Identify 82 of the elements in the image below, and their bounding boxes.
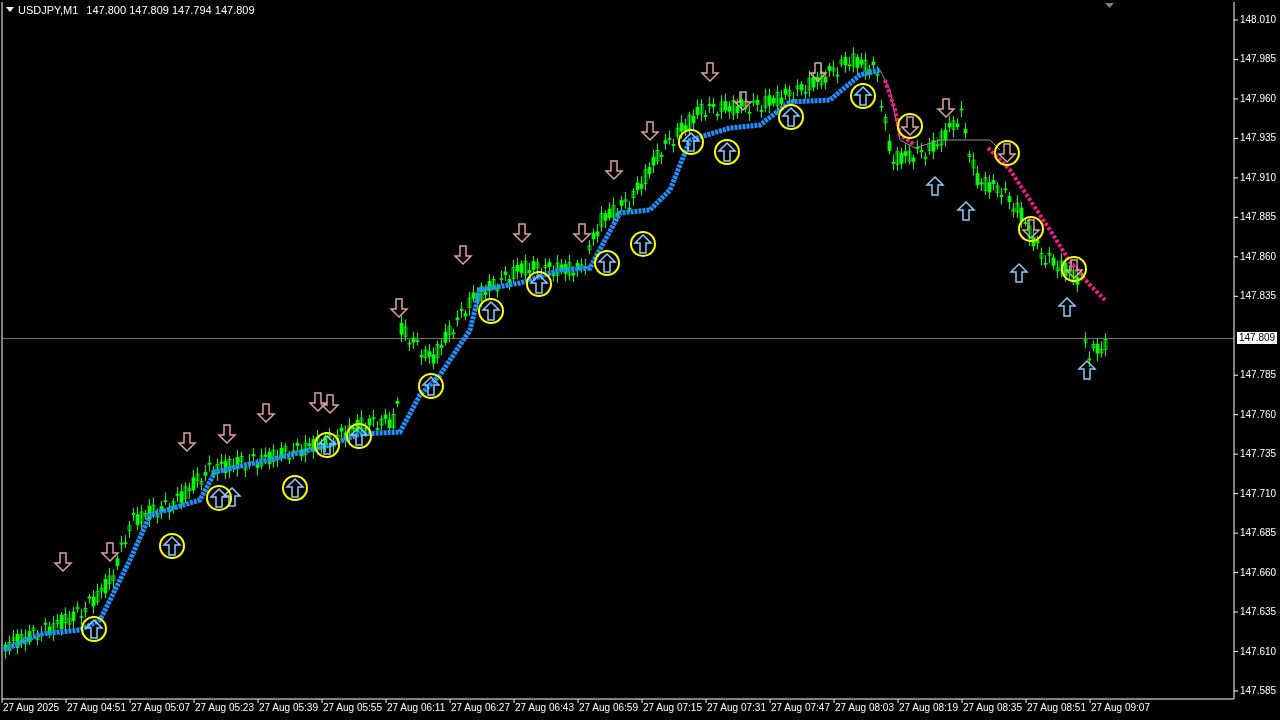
up-arrow-icon	[1009, 262, 1029, 283]
up-arrow-icon	[956, 200, 976, 221]
down-arrow-icon	[733, 91, 753, 112]
down-arrow-icon	[936, 98, 956, 119]
price-label: 147.610	[1240, 645, 1277, 658]
price-label: 147.785	[1240, 369, 1277, 382]
price-label: 147.660	[1240, 566, 1277, 579]
price-label: 147.960	[1240, 92, 1277, 105]
time-label: 27 Aug 05:23	[195, 702, 254, 714]
up-arrow-icon	[1057, 296, 1077, 317]
circled-up-arrow-icon	[630, 231, 656, 257]
circled-down-arrow-icon	[897, 113, 923, 139]
price-label: 147.760	[1240, 408, 1277, 421]
circled-up-arrow-icon	[206, 485, 232, 511]
price-label: 147.885	[1240, 211, 1277, 224]
down-arrow-icon	[389, 298, 409, 319]
time-label: 27 Aug 05:55	[323, 702, 382, 714]
time-label: 27 Aug 06:59	[579, 702, 638, 714]
price-label: 148.010	[1240, 14, 1277, 26]
time-label: 27 Aug 2025	[3, 702, 60, 714]
circled-down-arrow-icon	[1061, 256, 1087, 282]
circled-up-arrow-icon	[526, 271, 552, 297]
circled-down-arrow-icon	[994, 140, 1020, 166]
price-label: 147.735	[1240, 448, 1277, 461]
circled-up-arrow-icon	[81, 616, 107, 642]
down-arrow-icon	[100, 542, 120, 563]
down-arrow-icon	[700, 62, 720, 83]
price-label: 147.635	[1240, 606, 1277, 619]
time-label: 27 Aug 06:27	[451, 702, 510, 714]
circled-up-arrow-icon	[678, 129, 704, 155]
down-arrow-icon	[512, 223, 532, 244]
circled-up-arrow-icon	[714, 139, 740, 165]
down-arrow-icon	[53, 552, 73, 573]
ohlc-values: 147.800 147.809 147.794 147.809	[86, 3, 255, 17]
down-arrow-icon	[604, 160, 624, 181]
price-label: 147.835	[1240, 290, 1277, 303]
time-label: 27 Aug 04:51	[67, 702, 126, 714]
price-label: 147.685	[1240, 527, 1277, 540]
down-arrow-icon	[308, 392, 328, 413]
circled-up-arrow-icon	[282, 475, 308, 501]
circled-up-arrow-icon	[159, 533, 185, 559]
dropdown-triangle-icon[interactable]	[6, 7, 14, 13]
circled-up-arrow-icon	[778, 104, 804, 130]
circled-down-arrow-icon	[1018, 216, 1044, 242]
circled-up-arrow-icon	[314, 432, 340, 458]
time-label: 27 Aug 07:15	[643, 702, 702, 714]
price-label: 147.710	[1240, 487, 1277, 500]
circled-up-arrow-icon	[594, 250, 620, 276]
price-label: 147.985	[1240, 53, 1277, 66]
price-label: 147.860	[1240, 250, 1277, 263]
up-arrow-icon	[222, 486, 242, 507]
time-label: 27 Aug 06:11	[387, 702, 446, 714]
up-arrow-icon	[925, 175, 945, 196]
down-arrow-icon	[453, 245, 473, 266]
time-label: 27 Aug 07:31	[707, 702, 766, 714]
circled-up-arrow-icon	[478, 298, 504, 324]
time-label: 27 Aug 06:43	[515, 702, 574, 714]
down-arrow-icon	[177, 432, 197, 453]
time-label: 27 Aug 08:51	[1027, 702, 1086, 714]
circled-up-arrow-icon	[850, 83, 876, 109]
time-label: 27 Aug 07:47	[771, 702, 830, 714]
time-label: 27 Aug 09:07	[1091, 702, 1150, 714]
time-label: 27 Aug 05:39	[259, 702, 318, 714]
down-arrow-icon	[640, 121, 660, 142]
up-arrow-icon	[1077, 359, 1097, 380]
price-label: 147.585	[1240, 685, 1277, 697]
down-arrow-icon	[572, 223, 592, 244]
down-arrow-icon	[808, 62, 828, 83]
time-label: 27 Aug 08:19	[899, 702, 958, 714]
down-arrow-icon	[320, 394, 340, 415]
time-label: 27 Aug 05:07	[131, 702, 190, 714]
down-arrow-icon	[256, 403, 276, 424]
price-label: 147.910	[1240, 171, 1277, 184]
circled-up-arrow-icon	[346, 423, 372, 449]
down-arrow-icon	[217, 424, 237, 445]
time-label: 27 Aug 08:03	[835, 702, 894, 714]
chart-shift-marker-icon[interactable]	[1105, 3, 1114, 8]
circled-up-arrow-icon	[418, 373, 444, 399]
current-price-label: 147.809	[1237, 332, 1278, 344]
chart-symbol: USDJPY,M1	[18, 3, 79, 17]
time-label: 27 Aug 08:35	[963, 702, 1022, 714]
price-label: 147.935	[1240, 132, 1277, 145]
